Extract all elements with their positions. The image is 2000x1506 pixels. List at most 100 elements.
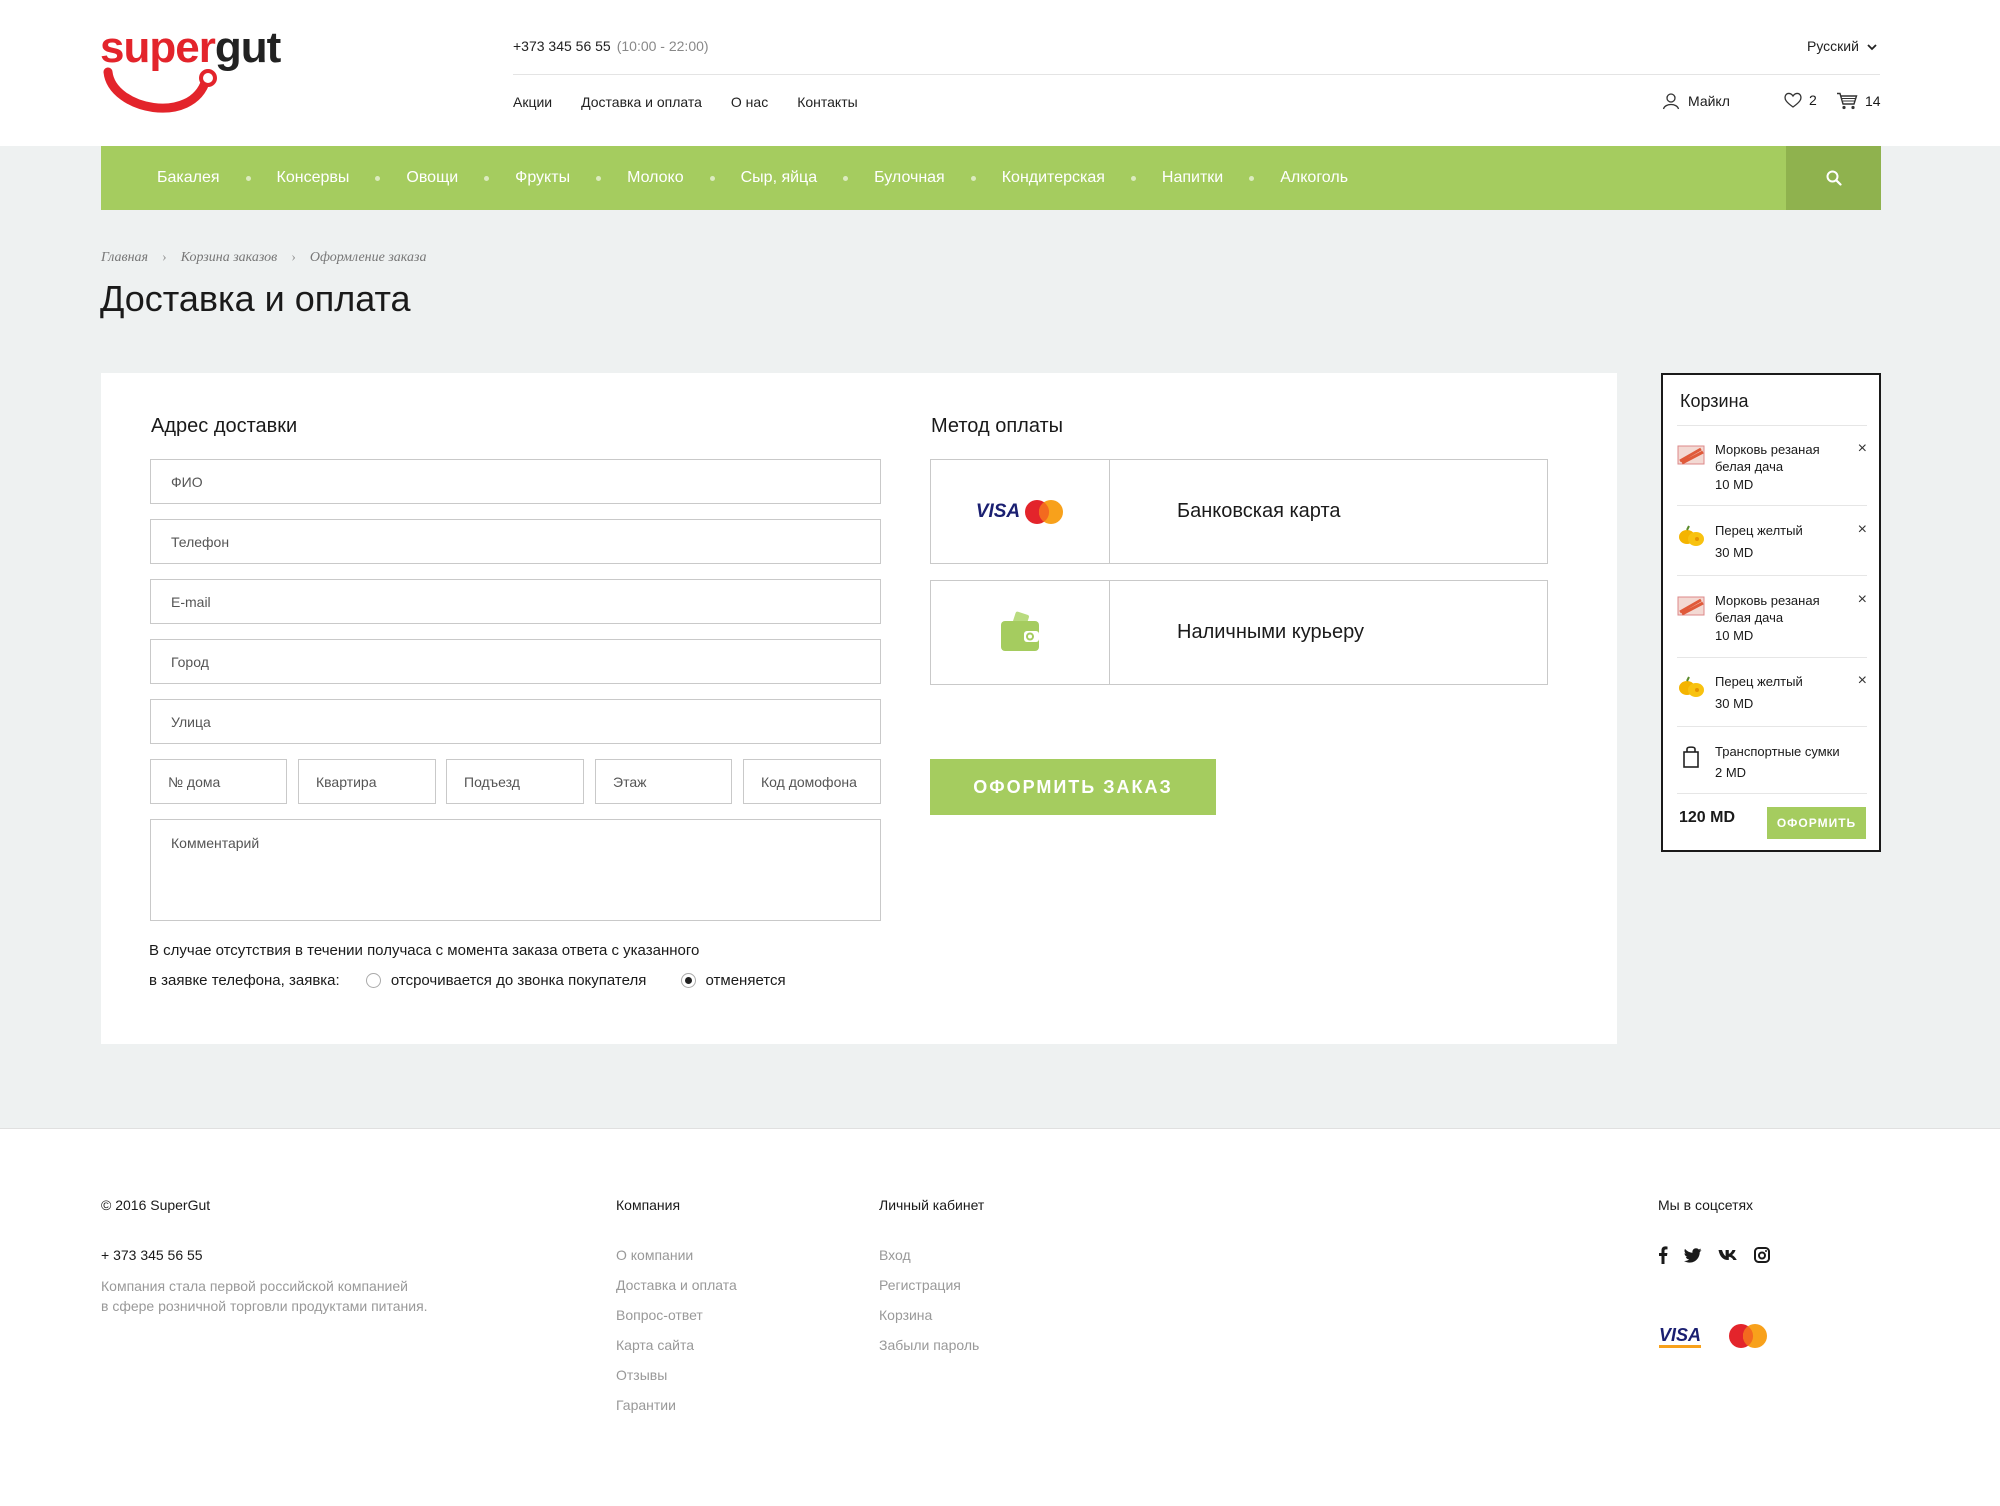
footer-copyright: © 2016 SuperGut: [101, 1197, 211, 1213]
callback-options: в заявке телефона, заявка: отсрочивается…: [149, 972, 786, 989]
category-separator: [245, 175, 251, 181]
logo[interactable]: supergut: [100, 22, 290, 122]
breadcrumb-home[interactable]: Главная: [101, 250, 148, 266]
category-drinks[interactable]: Напитки: [1162, 169, 1223, 187]
footer-link-register[interactable]: Регистрация: [879, 1277, 961, 1293]
callback-note-line2: в заявке телефона, заявка:: [149, 972, 340, 989]
site-header: supergut +373 345 56 55 (10:00 - 22:00) Р…: [0, 0, 2000, 146]
visa-logo: VISA: [975, 500, 1021, 522]
entrance-input[interactable]: Подъезд: [446, 759, 584, 804]
footer-link-delivery[interactable]: Доставка и оплата: [616, 1277, 737, 1293]
category-cheese-eggs[interactable]: Сыр, яйца: [741, 169, 818, 187]
email-input[interactable]: E-mail: [150, 579, 881, 624]
nav-about[interactable]: О нас: [731, 94, 768, 110]
top-nav: Акции Доставка и оплата О нас Контакты: [513, 94, 887, 110]
breadcrumb-checkout: Оформление заказа: [309, 250, 427, 265]
cart-divider: [1677, 657, 1867, 658]
category-separator: [970, 175, 976, 181]
footer-link-cart[interactable]: Корзина: [879, 1307, 932, 1323]
nav-contacts[interactable]: Контакты: [797, 94, 857, 110]
cart-count: 14: [1865, 93, 1881, 109]
cart-link[interactable]: 14: [1836, 92, 1881, 110]
cart-item-name: Перец желтый: [1715, 523, 1803, 538]
cart-item-name: Перец желтый: [1715, 674, 1803, 689]
category-canned[interactable]: Консервы: [277, 169, 350, 187]
remove-item-button[interactable]: ×: [1858, 673, 1867, 689]
category-grocery[interactable]: Бакалея: [157, 169, 220, 187]
category-bar: Бакалея Консервы Овощи Фрукты Молоко Сыр…: [101, 146, 1881, 210]
twitter-icon[interactable]: [1684, 1247, 1702, 1263]
bag-icon: [1683, 746, 1699, 768]
payment-section-title: Метод оплаты: [931, 415, 1064, 437]
language-selector[interactable]: Русский: [1807, 38, 1877, 54]
footer-link-reviews[interactable]: Отзывы: [616, 1367, 667, 1383]
heart-icon: [1784, 92, 1802, 108]
search-icon: [1826, 170, 1842, 186]
category-bakery[interactable]: Булочная: [874, 169, 945, 187]
language-label: Русский: [1807, 38, 1859, 54]
category-separator: [596, 175, 602, 181]
payment-option-cash[interactable]: Наличными курьеру: [930, 580, 1548, 685]
facebook-icon[interactable]: [1658, 1246, 1668, 1264]
footer-company-title: Компания: [616, 1197, 681, 1213]
place-order-button[interactable]: ОФОРМИТЬ ЗАКАЗ: [930, 759, 1216, 815]
chevron-right-icon: ›: [291, 250, 296, 265]
footer-link-faq[interactable]: Вопрос-ответ: [616, 1307, 703, 1323]
instagram-icon[interactable]: [1754, 1247, 1770, 1263]
category-fruits[interactable]: Фрукты: [515, 169, 570, 187]
cart-divider: [1677, 575, 1867, 576]
phone-input[interactable]: Телефон: [150, 519, 881, 564]
apartment-input[interactable]: Квартира: [298, 759, 436, 804]
remove-item-button[interactable]: ×: [1858, 592, 1867, 608]
carrot-icon: [1677, 596, 1705, 616]
footer-link-sitemap[interactable]: Карта сайта: [616, 1337, 694, 1353]
vk-icon[interactable]: [1718, 1249, 1738, 1261]
logo-smile-icon: [103, 67, 217, 113]
mastercard-logo-icon: [1729, 1324, 1768, 1348]
footer-link-login[interactable]: Вход: [879, 1247, 911, 1263]
city-input[interactable]: Город: [150, 639, 881, 684]
house-number-input[interactable]: № дома: [150, 759, 287, 804]
intercom-code-input[interactable]: Код домофона: [743, 759, 881, 804]
category-vegetables[interactable]: Овощи: [406, 169, 458, 187]
pepper-icon: [1679, 676, 1704, 697]
cart-item-price: 10 MD: [1715, 477, 1754, 492]
favorites-link[interactable]: 2: [1784, 92, 1817, 108]
street-input[interactable]: Улица: [150, 699, 881, 744]
footer-link-about[interactable]: О компании: [616, 1247, 693, 1263]
user-account-link[interactable]: Майкл: [1662, 92, 1730, 110]
remove-item-button[interactable]: ×: [1858, 441, 1867, 457]
footer-about-line2: в сфере розничной торговли продуктами пи…: [101, 1298, 428, 1314]
category-milk[interactable]: Молоко: [627, 169, 684, 187]
search-button[interactable]: [1786, 146, 1881, 210]
comment-textarea[interactable]: Комментарий: [150, 819, 881, 921]
floor-input[interactable]: Этаж: [595, 759, 732, 804]
radio-button-selected: [680, 972, 696, 988]
cart-checkout-button[interactable]: ОФОРМИТЬ: [1767, 807, 1866, 839]
radio-postpone[interactable]: отсрочивается до звонка покупателя: [365, 972, 646, 989]
nav-delivery[interactable]: Доставка и оплата: [581, 94, 702, 110]
cart-item-price: 2 MD: [1715, 765, 1747, 780]
cart-item-price: 30 MD: [1715, 545, 1754, 560]
radio-cancel[interactable]: отменяется: [680, 972, 786, 989]
category-alcohol[interactable]: Алкоголь: [1280, 169, 1348, 187]
fio-input[interactable]: ФИО: [150, 459, 881, 504]
card-logos: VISA: [931, 460, 1110, 563]
nav-promotions[interactable]: Акции: [513, 94, 552, 110]
payment-option-card[interactable]: VISA Банковская карта: [930, 459, 1548, 564]
remove-item-button[interactable]: ×: [1858, 522, 1867, 538]
category-separator: [1249, 175, 1255, 181]
radio-cancel-label: отменяется: [705, 972, 786, 989]
chevron-right-icon: ›: [162, 250, 167, 265]
footer-link-guarantees[interactable]: Гарантии: [616, 1397, 676, 1413]
callback-note: В случае отсутствия в течении получаса с…: [149, 942, 700, 959]
breadcrumb-cart[interactable]: Корзина заказов: [181, 250, 278, 266]
category-separator: [484, 175, 490, 181]
header-divider: [513, 74, 1880, 75]
logo-text-gut: gut: [214, 23, 281, 72]
category-confectionery[interactable]: Кондитерская: [1002, 169, 1105, 187]
breadcrumb: Главная › Корзина заказов › Оформление з…: [101, 250, 426, 266]
footer-link-forgot-password[interactable]: Забыли пароль: [879, 1337, 979, 1353]
header-phone[interactable]: +373 345 56 55 (10:00 - 22:00): [513, 38, 709, 54]
footer-phone[interactable]: + 373 345 56 55: [101, 1247, 203, 1263]
